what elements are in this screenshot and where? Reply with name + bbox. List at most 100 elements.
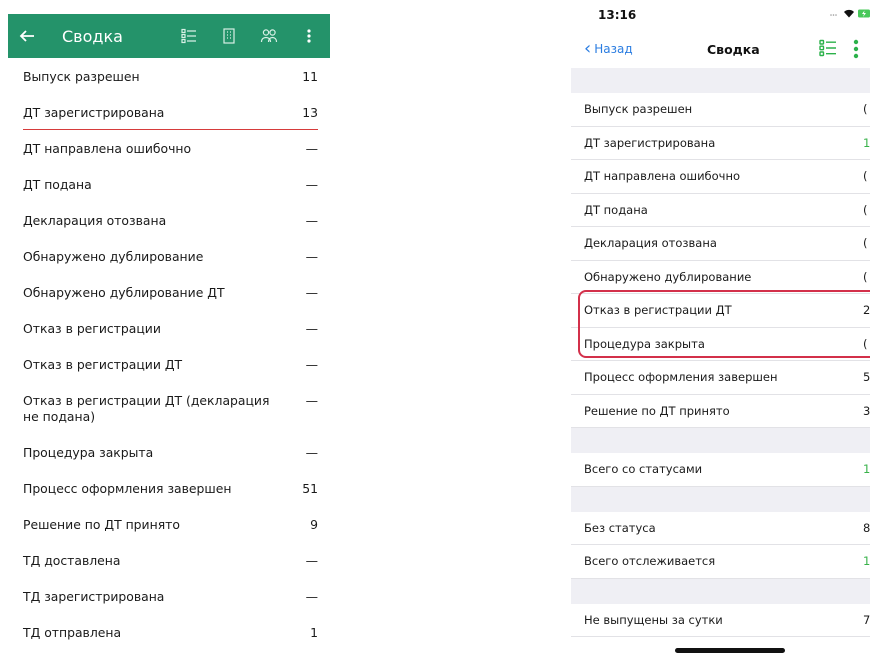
- status-count: (: [863, 169, 868, 184]
- status-label: Выпуск разрешен: [23, 69, 140, 84]
- status-count: —: [305, 553, 318, 568]
- table-row[interactable]: Всего отслеживается 122: [571, 545, 870, 579]
- section-separator: [571, 578, 870, 604]
- status-label: Обнаружено дублирование: [23, 249, 204, 264]
- status-label: Обнаружено дублирование: [584, 269, 752, 284]
- status-count: 11: [302, 69, 318, 84]
- status-count: 13: [302, 105, 318, 120]
- status-count: 8: [863, 520, 870, 535]
- page-title: Сводка: [62, 26, 123, 46]
- status-count: —: [305, 285, 318, 300]
- list-item[interactable]: Решение по ДТ принято 9: [23, 506, 318, 542]
- status-label: Отказ в регистрации ДТ: [23, 357, 183, 372]
- status-label: Процедура закрыта: [23, 445, 154, 460]
- list-item[interactable]: Обнаружено дублирование —: [23, 238, 318, 274]
- list-item[interactable]: Обнаружено дублирование ДТ —: [23, 274, 318, 310]
- status-label: ДТ зарегистрирована: [584, 135, 716, 150]
- status-list: Выпуск разрешен 11 ДТ зарегистрирована 13 ДТ…: [8, 58, 330, 641]
- list-item[interactable]: ТД зарегистрирована —: [23, 578, 318, 614]
- status-count: (: [863, 202, 868, 217]
- status-label: ДТ подана: [584, 202, 648, 217]
- status-count: (: [863, 102, 868, 117]
- section-separator: [571, 68, 870, 93]
- battery-icon: [858, 9, 870, 17]
- status-label: Всего отслеживается: [584, 554, 716, 569]
- status-label: Декларация отозвана: [23, 213, 167, 228]
- status-count: —: [305, 321, 318, 336]
- list-item[interactable]: Отказ в регистрации ДТ (декларация не по…: [23, 382, 318, 434]
- list-icon[interactable]: [176, 21, 202, 51]
- table-row[interactable]: Решение по ДТ принято 38: [571, 395, 870, 428]
- list-item[interactable]: ДТ направлена ошибочно —: [23, 130, 318, 166]
- status-count: —: [305, 177, 318, 192]
- page-title: Сводка: [707, 41, 760, 57]
- status-label: Процесс оформления завершен: [23, 481, 232, 496]
- back-button[interactable]: ‹ Назад: [571, 40, 633, 58]
- home-indicator: [675, 648, 785, 653]
- status-label: Выпуск разрешен: [584, 102, 693, 117]
- list-item[interactable]: ТД отправлена 1: [23, 614, 318, 641]
- status-label: ДТ направлена ошибочно: [584, 169, 741, 184]
- navigation-bar: ‹ Назад Сводка: [571, 30, 870, 68]
- list-item[interactable]: Отказ в регистрации —: [23, 310, 318, 346]
- table-row[interactable]: Обнаружено дублирование (: [571, 261, 870, 294]
- chevron-left-icon: ‹: [584, 38, 592, 59]
- table-row[interactable]: Всего со статусами 114: [571, 453, 870, 487]
- status-label: ДТ направлена ошибочно: [23, 141, 192, 156]
- users-icon[interactable]: [256, 21, 282, 51]
- status-label: Не выпущены за сутки: [584, 612, 723, 627]
- status-count: —: [305, 249, 318, 264]
- status-icons: [830, 8, 870, 18]
- list-item[interactable]: Процедура закрыта —: [23, 434, 318, 470]
- wifi-icon: [844, 9, 854, 18]
- status-label: Обнаружено дублирование ДТ: [23, 285, 225, 300]
- list-item[interactable]: Декларация отозвана —: [23, 202, 318, 238]
- status-count: 51: [302, 481, 318, 496]
- status-count: 9: [310, 517, 318, 532]
- table-row[interactable]: ДТ зарегистрирована 18: [571, 127, 870, 160]
- more-vertical-icon[interactable]: [853, 39, 859, 63]
- status-label: Решение по ДТ принято: [23, 517, 180, 532]
- status-label: Решение по ДТ принято: [584, 403, 730, 418]
- android-screen: Сводка Выпуск разрешен 11 ДТ зарегистриров…: [8, 14, 330, 641]
- status-count: —: [305, 213, 318, 228]
- list-item[interactable]: ТД доставлена —: [23, 542, 318, 578]
- list-item[interactable]: Отказ в регистрации ДТ —: [23, 346, 318, 382]
- status-label: Отказ в регистрации: [23, 321, 161, 336]
- status-count: —: [305, 445, 318, 460]
- status-label: ДТ подана: [23, 177, 92, 192]
- section-separator: [571, 428, 870, 453]
- table-row[interactable]: Декларация отозвана (: [571, 227, 870, 261]
- building-icon[interactable]: [216, 21, 242, 51]
- list-item[interactable]: ДТ подана —: [23, 166, 318, 202]
- list-item[interactable]: Выпуск разрешен 11: [23, 58, 318, 94]
- android-toolbar: Сводка: [8, 14, 330, 58]
- table-row[interactable]: ДТ направлена ошибочно (: [571, 160, 870, 194]
- list-item[interactable]: Процесс оформления завершен 51: [23, 470, 318, 506]
- highlight-frame: [578, 290, 870, 358]
- table-row[interactable]: Выпуск разрешен (: [571, 93, 870, 127]
- status-count: 52: [863, 370, 870, 385]
- status-count: —: [305, 589, 318, 604]
- status-count: (: [863, 269, 868, 284]
- status-label: ТД доставлена: [23, 553, 121, 568]
- list-icon[interactable]: [819, 39, 837, 61]
- status-bar: 13:16: [571, 0, 870, 30]
- clock: 13:16: [598, 8, 637, 22]
- status-count: —: [305, 357, 318, 372]
- list-item[interactable]: ДТ зарегистрирована 13: [23, 94, 318, 130]
- table-row[interactable]: ДТ подана (: [571, 194, 870, 227]
- arrow-left-icon[interactable]: [14, 21, 40, 51]
- more-vertical-icon[interactable]: [296, 21, 322, 51]
- status-count: 122: [863, 554, 870, 569]
- table-row[interactable]: Процесс оформления завершен 52: [571, 361, 870, 395]
- status-count: —: [305, 141, 318, 156]
- status-count: —: [305, 393, 318, 408]
- table-row[interactable]: Не выпущены за сутки 7: [571, 604, 870, 637]
- status-count: 114: [863, 462, 870, 477]
- status-count: 38: [863, 403, 870, 418]
- status-label: ТД отправлена: [23, 625, 122, 640]
- signal-icon: [830, 14, 837, 16]
- table-row[interactable]: Без статуса 8: [571, 512, 870, 545]
- status-label: Отказ в регистрации ДТ (декларация не по…: [23, 393, 270, 424]
